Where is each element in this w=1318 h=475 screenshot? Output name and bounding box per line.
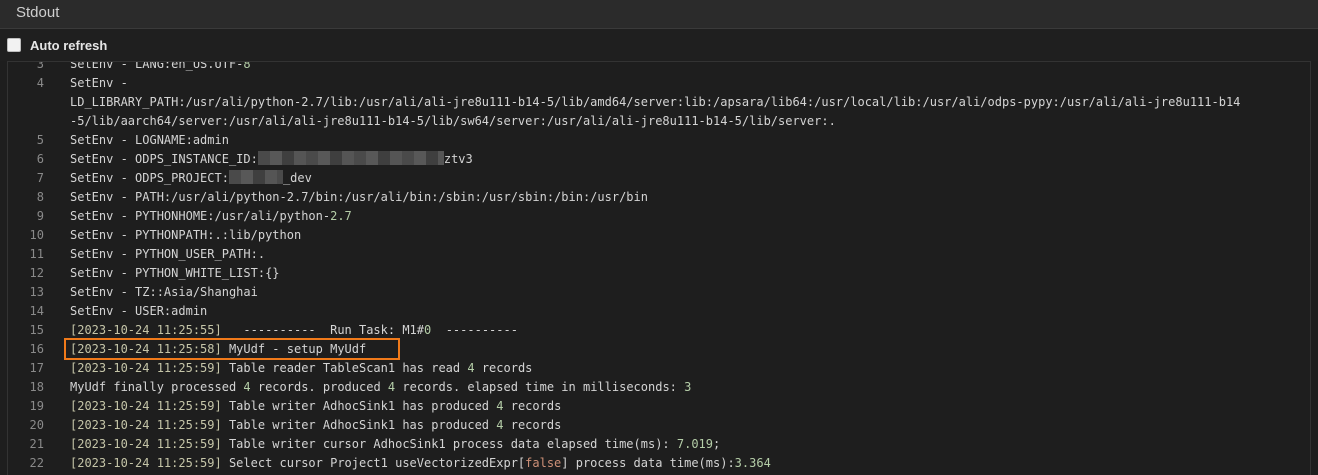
log-line: 16 [2023-10-24 11:25:58] MyUdf - setup My… [8, 340, 1310, 359]
log-line: 18 MyUdf finally processed 4 records. pro… [8, 378, 1310, 397]
line-number: 15 [29, 323, 44, 337]
line-text: SetEnv - LOGNAME:admin [70, 133, 229, 147]
log-line: LD_LIBRARY_PATH:/usr/ali/python-2.7/lib:… [8, 93, 1310, 112]
line-text: SetEnv - LANG:en_US.UTF-8 [70, 61, 251, 71]
log-line: 3 SetEnv - LANG:en_US.UTF-8 [8, 61, 1310, 74]
log-line: 4 SetEnv - [8, 74, 1310, 93]
line-text: -5/lib/aarch64/server:/usr/ali/ali-jre8u… [70, 114, 836, 128]
log-line: 12 SetEnv - PYTHON_WHITE_LIST:{} [8, 264, 1310, 283]
line-number: 9 [36, 209, 44, 223]
log-line: 5 SetEnv - LOGNAME:admin [8, 131, 1310, 150]
log-line: 13 SetEnv - TZ::Asia/Shanghai [8, 283, 1310, 302]
log-line: 7 SetEnv - ODPS_PROJECT: _dev [8, 169, 1310, 188]
panel-title: Stdout [16, 4, 60, 21]
line-text: LD_LIBRARY_PATH:/usr/ali/python-2.7/lib:… [70, 95, 1241, 109]
auto-refresh-checkbox[interactable] [7, 38, 21, 52]
line-number: 6 [36, 152, 44, 166]
line-number: 3 [36, 61, 44, 71]
line-text: SetEnv - PYTHONHOME:/usr/ali/python-2.7 [70, 209, 352, 223]
line-text: SetEnv - PATH:/usr/ali/python-2.7/bin:/u… [70, 190, 648, 204]
line-text: SetEnv - ODPS_PROJECT: _dev [70, 170, 312, 185]
line-text: [2023-10-24 11:25:59] Select cursor Proj… [70, 456, 771, 470]
line-text: SetEnv - PYTHON_USER_PATH:. [70, 247, 266, 261]
log-line: 19 [2023-10-24 11:25:59] Table writer Adh… [8, 397, 1310, 416]
toolbar: Auto refresh [0, 29, 1318, 61]
line-number: 12 [29, 266, 44, 280]
auto-refresh-label[interactable]: Auto refresh [30, 38, 107, 53]
line-number: 8 [36, 190, 44, 204]
line-number: 20 [29, 418, 44, 432]
line-number [8, 112, 44, 131]
log-line: -5/lib/aarch64/server:/usr/ali/ali-jre8u… [8, 112, 1310, 131]
log-line: 8 SetEnv - PATH:/usr/ali/python-2.7/bin:/… [8, 188, 1310, 207]
stdout-panel: Stdout Auto refresh 3 SetEnv - LANG:en_US… [0, 0, 1318, 475]
line-text: SetEnv - PYTHONPATH:.:lib/python [70, 228, 302, 242]
line-number: 17 [29, 361, 44, 375]
line-text: [2023-10-24 11:25:59] Table writer Adhoc… [70, 418, 562, 432]
line-text: [2023-10-24 11:25:59] Table writer Adhoc… [70, 399, 562, 413]
log-line: 14 SetEnv - USER:admin [8, 302, 1310, 321]
line-number: 4 [36, 76, 44, 90]
line-text: SetEnv - ODPS_INSTANCE_ID: ztv3 [70, 151, 473, 166]
line-number: 14 [29, 304, 44, 318]
line-number: 21 [29, 437, 44, 451]
log-line: 11 SetEnv - PYTHON_USER_PATH:. [8, 245, 1310, 264]
line-number: 13 [29, 285, 44, 299]
line-text: [2023-10-24 11:25:59] Table reader Table… [70, 361, 533, 375]
log-line: 20 [2023-10-24 11:25:59] Table writer Adh… [8, 416, 1310, 435]
line-text: SetEnv - TZ::Asia/Shanghai [70, 285, 258, 299]
line-number: 11 [29, 247, 44, 261]
line-text: MyUdf finally processed 4 records. produ… [70, 380, 692, 394]
log-line: 10 SetEnv - PYTHONPATH:.:lib/python [8, 226, 1310, 245]
line-text: SetEnv - PYTHON_WHITE_LIST:{} [70, 266, 280, 280]
line-number [8, 93, 44, 112]
line-number: 10 [29, 228, 44, 242]
line-number: 18 [29, 380, 44, 394]
line-text: [2023-10-24 11:25:58] MyUdf - setup MyUd… [70, 342, 367, 356]
line-number: 7 [36, 171, 44, 185]
line-text: [2023-10-24 11:25:55] ---------- Run Tas… [70, 323, 518, 337]
log-lines: 3 SetEnv - LANG:en_US.UTF-8 4 SetEnv - LD_LI… [8, 61, 1310, 473]
panel-header: Stdout [0, 0, 1318, 29]
log-output[interactable]: 3 SetEnv - LANG:en_US.UTF-8 4 SetEnv - LD_LI… [7, 61, 1311, 475]
log-line: 15 [2023-10-24 11:25:55] ---------- Run T… [8, 321, 1310, 340]
line-number: 5 [36, 133, 44, 147]
log-line: 6 SetEnv - ODPS_INSTANCE_ID: ztv3 [8, 150, 1310, 169]
line-text: [2023-10-24 11:25:59] Table writer curso… [70, 437, 721, 451]
log-line: 22 [2023-10-24 11:25:59] Select cursor Pr… [8, 454, 1310, 473]
line-number: 19 [29, 399, 44, 413]
log-line: 17 [2023-10-24 11:25:59] Table reader Tab… [8, 359, 1310, 378]
log-line: 21 [2023-10-24 11:25:59] Table writer cur… [8, 435, 1310, 454]
line-number: 22 [29, 456, 44, 470]
log-line: 9 SetEnv - PYTHONHOME:/usr/ali/python-2.7 [8, 207, 1310, 226]
line-text: SetEnv - [70, 76, 128, 90]
line-number: 16 [29, 342, 44, 356]
line-text: SetEnv - USER:admin [70, 304, 208, 318]
